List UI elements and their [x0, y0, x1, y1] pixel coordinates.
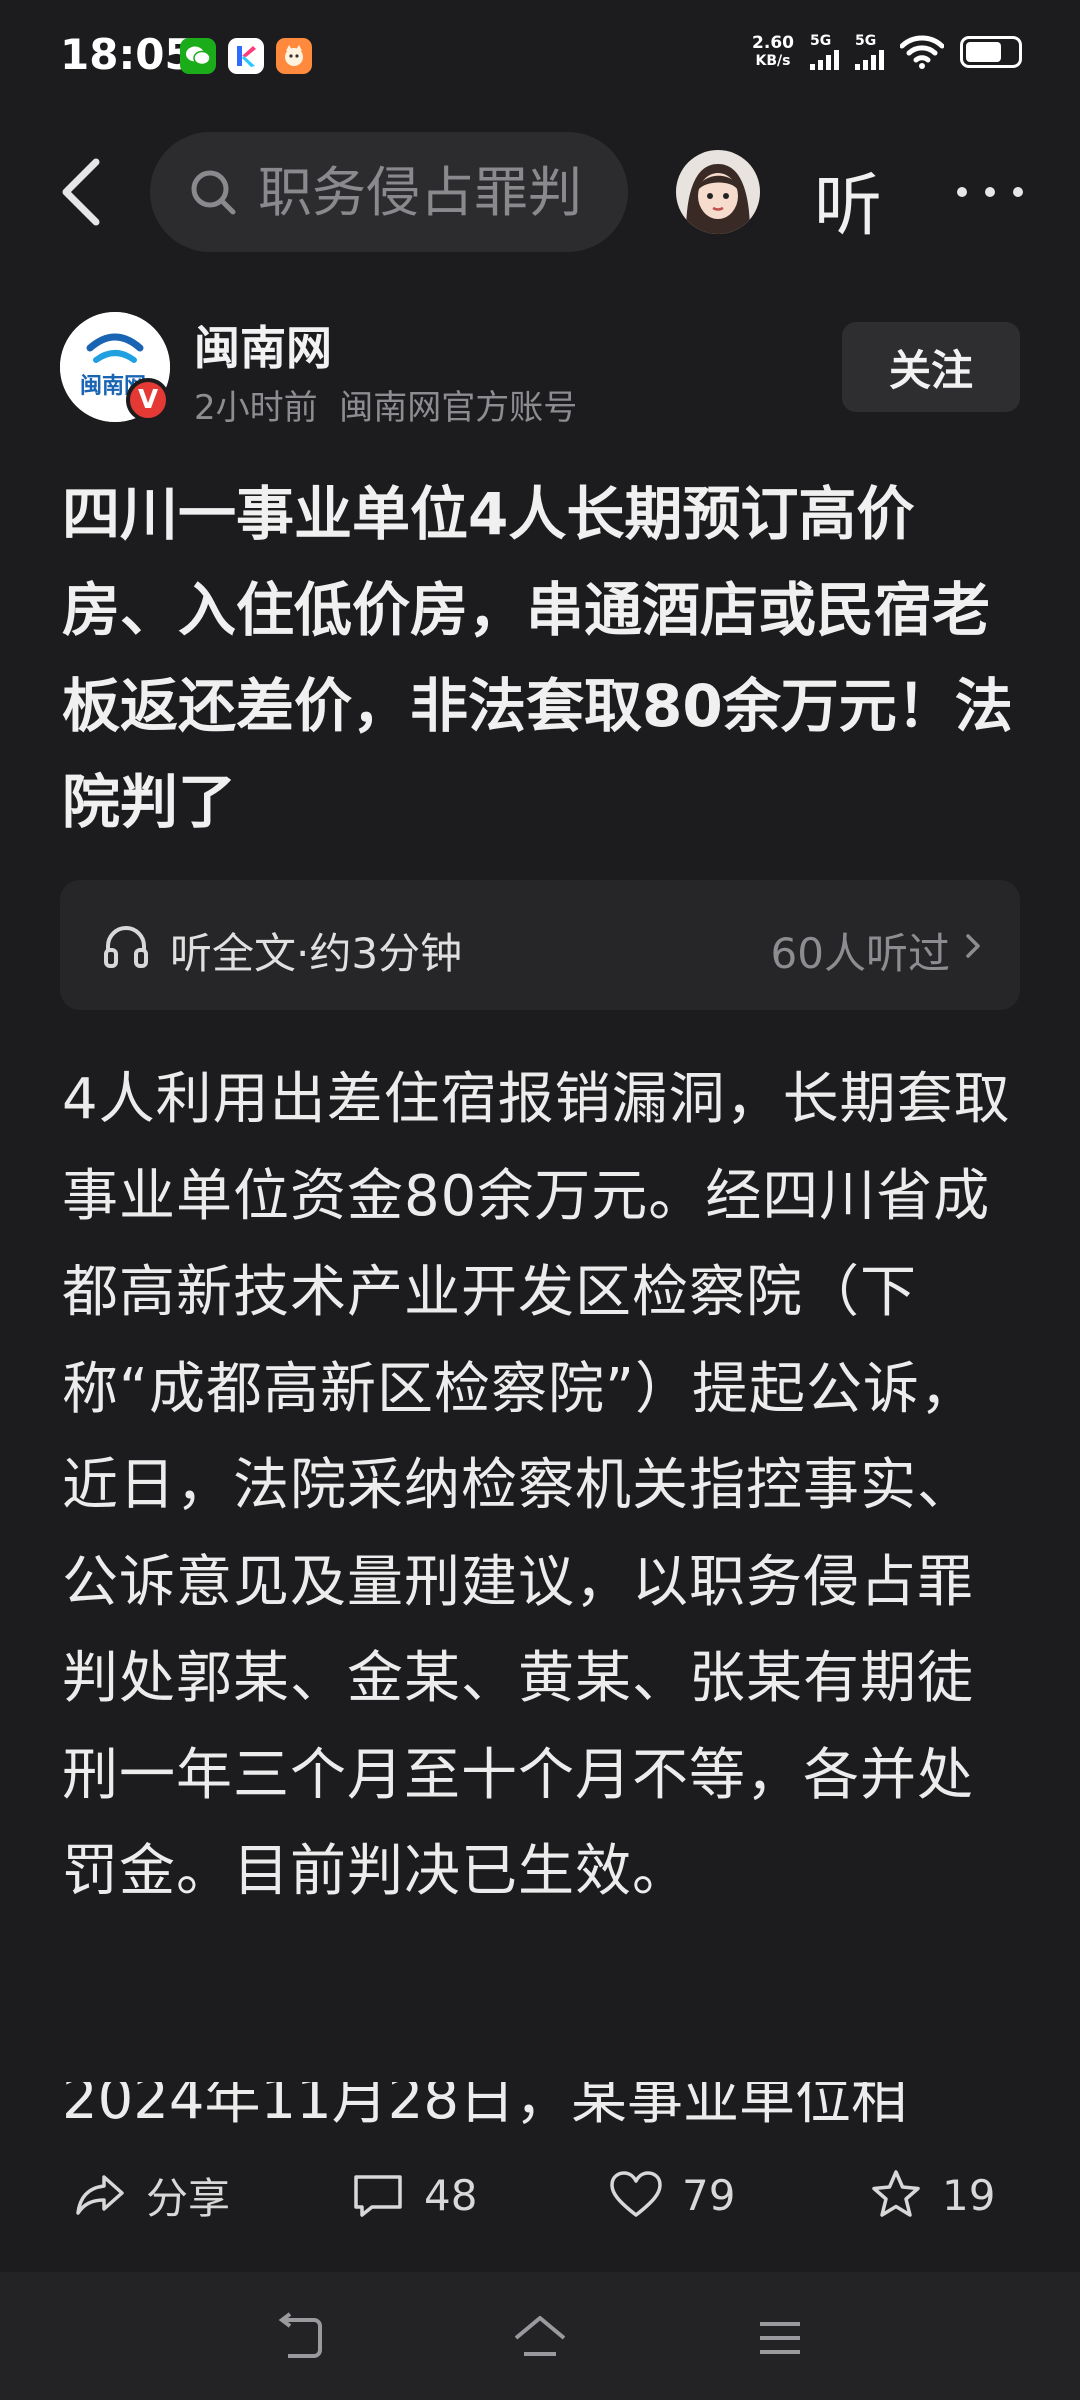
menu-nav-icon[interactable]: [750, 2308, 810, 2368]
notification-icons: [180, 38, 312, 74]
headphones-icon: [104, 926, 148, 968]
status-time: 18:05: [60, 30, 194, 79]
wifi-icon: [900, 35, 944, 69]
favorite-count: 19: [942, 2170, 996, 2220]
follow-button[interactable]: 关注: [842, 322, 1020, 412]
assistant-avatar[interactable]: [676, 150, 760, 234]
net-speed-value: 2.60: [752, 33, 794, 53]
favorite-button[interactable]: 19: [868, 2160, 995, 2230]
star-icon: [872, 2170, 920, 2217]
app-icon-k: [228, 38, 264, 74]
author-name[interactable]: 闽南网: [194, 312, 332, 378]
article-next-paragraph: 2024年11月28日，某事业单位相: [62, 2082, 1022, 2126]
wechat-icon: [180, 38, 216, 74]
share-button[interactable]: 分享: [72, 2160, 230, 2230]
home-nav-icon[interactable]: [510, 2308, 570, 2368]
signal-2-label: 5G: [855, 33, 877, 49]
status-bar: 18:05 2.60 KB/s 5G 5G: [0, 0, 1080, 116]
author-meta: 2小时前 闽南网官方账号: [194, 380, 577, 429]
system-nav-bar: [0, 2272, 1080, 2400]
chevron-right-icon: [966, 934, 980, 958]
action-bar: 分享 48 79 19: [0, 2130, 1080, 2260]
share-label: 分享: [146, 2173, 231, 2223]
signal-icon-1: 5G: [810, 34, 839, 70]
next-paragraph-text: 2024年11月28日，某事业单位相: [62, 2082, 908, 2126]
heart-icon: [610, 2171, 662, 2217]
listen-full-text-card[interactable]: 听全文·约3分钟 60人听过: [60, 880, 1020, 1010]
post-time: 2小时前: [194, 388, 318, 428]
search-icon: [191, 170, 236, 215]
listen-full-text-label: 听全文·约3分钟: [170, 929, 463, 978]
comment-count: 48: [424, 2170, 478, 2220]
account-type: 闽南网官方账号: [339, 388, 578, 428]
article-title: 四川一事业单位4人长期预订高价房、入住低价房，串通酒店或民宿老板返还差价，非法套…: [62, 480, 1013, 836]
author-avatar[interactable]: 闽南网 V: [60, 312, 170, 422]
network-speed: 2.60 KB/s: [752, 34, 794, 70]
listener-count: 60人听过: [770, 929, 950, 978]
like-count: 79: [682, 2170, 736, 2220]
signal-icon-2: 5G: [855, 34, 884, 70]
back-arrow-icon[interactable]: [48, 152, 118, 232]
comment-icon: [354, 2175, 402, 2217]
battery-level: [966, 42, 1001, 62]
top-bar: 听: [0, 130, 1080, 254]
back-nav-icon[interactable]: [270, 2308, 330, 2368]
avatar-portrait-icon: [676, 150, 760, 234]
verified-badge-icon: V: [126, 378, 170, 422]
listen-button[interactable]: 听: [814, 150, 882, 249]
status-indicators: 2.60 KB/s 5G 5G: [752, 34, 1022, 70]
more-options-icon[interactable]: [950, 172, 1030, 212]
net-speed-unit: KB/s: [755, 53, 791, 69]
comment-button[interactable]: 48: [350, 2160, 477, 2230]
article-body: 4人利用出差住宿报销漏洞，长期套取事业单位资金80余万元。经四川省成都高新技术产…: [62, 1067, 1011, 1904]
search-input[interactable]: [256, 159, 600, 225]
author-row: 闽南网 V 闽南网 2小时前 闽南网官方账号 关注: [60, 312, 1020, 428]
signal-1-label: 5G: [810, 33, 832, 49]
share-icon: [76, 2175, 124, 2215]
app-icon-cat: [276, 38, 312, 74]
battery-icon: [960, 36, 1022, 68]
like-button[interactable]: 79: [608, 2160, 735, 2230]
search-bar[interactable]: [150, 132, 628, 252]
